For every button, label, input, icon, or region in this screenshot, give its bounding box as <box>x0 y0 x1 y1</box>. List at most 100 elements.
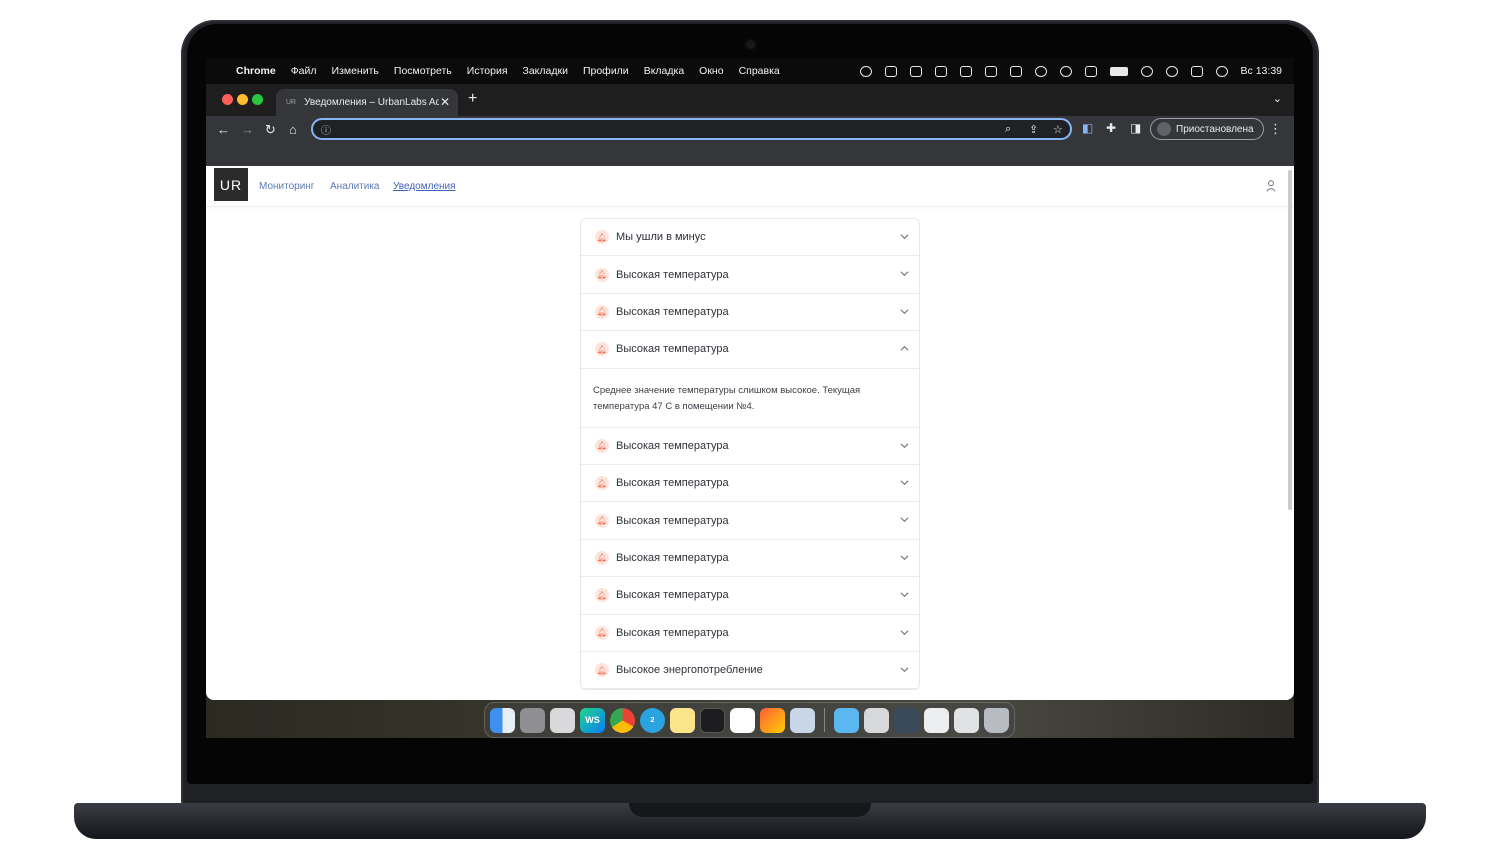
bell-icon: 🔔︎ <box>595 588 609 603</box>
menu-profiles[interactable]: Профили <box>583 65 629 77</box>
address-bar[interactable]: ⓘ ⌕ ⇪ ☆ <box>311 118 1072 140</box>
notification-title: Высокая температура <box>616 589 729 602</box>
chevron-down-icon[interactable] <box>900 441 909 450</box>
minimize-window-button[interactable] <box>237 94 248 105</box>
pixelmator-icon[interactable] <box>760 707 785 733</box>
folder-icon[interactable] <box>834 707 859 733</box>
chrome-menu-icon[interactable]: ⋮ <box>1269 121 1282 137</box>
vpn-shield-icon[interactable] <box>1009 65 1022 77</box>
finder-icon[interactable] <box>490 707 515 733</box>
bookmark-star-icon[interactable]: ☆ <box>1053 123 1063 136</box>
notes-icon[interactable] <box>670 707 695 733</box>
menu-history[interactable]: История <box>467 65 508 77</box>
preview-icon[interactable] <box>790 707 815 733</box>
back-icon[interactable]: ← <box>217 122 230 137</box>
tab-search-chevron-icon[interactable]: ⌄ <box>1273 92 1282 105</box>
window-icon[interactable] <box>924 707 949 733</box>
site-info-icon[interactable]: ⓘ <box>321 122 331 137</box>
terminal-icon[interactable] <box>700 707 725 733</box>
forward-icon[interactable]: → <box>241 122 254 137</box>
screenshot-icon[interactable] <box>550 707 575 733</box>
dock-separator <box>824 708 825 732</box>
control-center-icon[interactable] <box>1190 65 1203 77</box>
translate-icon[interactable]: ◧ <box>1082 121 1093 135</box>
ae-icon[interactable] <box>1034 65 1047 77</box>
notification-item[interactable]: 🔔︎ Высокая температура <box>581 256 919 294</box>
menu-app-name[interactable]: Chrome <box>236 65 276 77</box>
wifi-icon[interactable] <box>1140 65 1153 77</box>
menu-window[interactable]: Окно <box>699 65 723 77</box>
battery-icon[interactable] <box>1109 66 1128 76</box>
menu-help[interactable]: Справка <box>739 65 780 77</box>
address-input[interactable] <box>339 122 999 138</box>
wechat-icon[interactable] <box>859 65 872 77</box>
chevron-down-icon[interactable] <box>900 232 909 241</box>
tab-notifications[interactable]: UR Уведомления – UrbanLabs Ad ✕ <box>276 89 458 116</box>
menu-view[interactable]: Посмотреть <box>394 65 452 77</box>
siri-icon[interactable] <box>1215 65 1228 77</box>
notification-item[interactable]: 🔔︎ Высокая температура <box>581 577 919 615</box>
launchpad-icon[interactable] <box>520 707 545 733</box>
menu-bookmarks[interactable]: Закладки <box>523 65 568 77</box>
chrome-icon[interactable] <box>610 707 635 733</box>
telegram-icon[interactable]: 2 <box>640 707 665 733</box>
chevron-down-icon[interactable] <box>900 307 909 316</box>
zoom-icon[interactable]: ⌕ <box>1005 123 1011 136</box>
window-icon[interactable] <box>954 707 979 733</box>
nav-analytics[interactable]: Аналитика <box>330 181 380 192</box>
chevron-down-icon[interactable] <box>900 515 909 524</box>
notification-item[interactable]: 🔔︎ Высокая температура <box>581 294 919 332</box>
window-icon[interactable] <box>864 707 889 733</box>
reload-icon[interactable]: ↻ <box>265 122 276 138</box>
menu-tab[interactable]: Вкладка <box>644 65 684 77</box>
notification-item-expanded[interactable]: 🔔︎ Высокая температура <box>581 331 919 369</box>
notification-item[interactable]: 🔔︎ Высокая температура <box>581 428 919 465</box>
trash-icon[interactable] <box>984 707 1009 733</box>
slack-icon[interactable] <box>730 707 755 733</box>
memory-stats-icon[interactable] <box>934 65 947 77</box>
side-panel-icon[interactable]: ◨ <box>1130 121 1141 135</box>
chevron-down-icon[interactable] <box>900 665 909 674</box>
menu-file[interactable]: Файл <box>291 65 317 77</box>
chevron-down-icon[interactable] <box>900 553 909 562</box>
profile-button[interactable]: Приостановлена <box>1150 118 1264 140</box>
close-window-button[interactable] <box>222 94 233 105</box>
chevron-up-icon[interactable] <box>900 344 909 353</box>
network-stats-icon[interactable] <box>884 65 897 77</box>
disk-stats-icon[interactable] <box>959 65 972 77</box>
notification-item[interactable]: 🔔︎ Высокая температура <box>581 615 919 652</box>
menu-edit[interactable]: Изменить <box>332 65 379 77</box>
cpu-stats-icon[interactable] <box>909 65 922 77</box>
notification-item[interactable]: 🔔︎ Высокая температура <box>581 502 919 540</box>
chevron-down-icon[interactable] <box>900 478 909 487</box>
app-logo[interactable]: UR <box>214 168 248 201</box>
nav-monitoring[interactable]: Мониторинг <box>259 181 314 192</box>
input-source-icon[interactable] <box>1084 65 1097 77</box>
sensors-icon[interactable] <box>984 65 997 77</box>
bell-icon: 🔔︎ <box>595 230 609 245</box>
window-icon[interactable] <box>894 707 919 733</box>
play-icon[interactable] <box>1059 65 1072 77</box>
chevron-down-icon[interactable] <box>900 628 909 637</box>
nav-notifications[interactable]: Уведомления <box>393 181 456 192</box>
telegram-badge: 2 <box>650 716 655 724</box>
camera <box>744 38 757 51</box>
close-tab-icon[interactable]: ✕ <box>440 95 450 109</box>
notification-item[interactable]: 🔔︎ Высокая температура <box>581 540 919 578</box>
extensions-icon[interactable]: ✚ <box>1106 121 1116 135</box>
notification-item[interactable]: 🔔︎ Высокая температура <box>581 465 919 503</box>
notification-item[interactable]: 🔔︎ Высокое энергопотребление <box>581 652 919 690</box>
page-scrollbar[interactable] <box>1288 170 1292 510</box>
user-icon[interactable] <box>1266 180 1276 192</box>
notification-item[interactable]: 🔔︎ Мы ушли в минус <box>581 219 919 257</box>
home-icon[interactable]: ⌂ <box>289 122 297 137</box>
new-tab-icon[interactable]: + <box>468 90 477 108</box>
app-header: UR Мониторинг Аналитика Уведомления <box>206 166 1294 207</box>
zoom-window-button[interactable] <box>252 94 263 105</box>
share-icon[interactable]: ⇪ <box>1029 123 1038 136</box>
menubar-clock[interactable]: Вс 13:39 <box>1241 65 1282 77</box>
chevron-down-icon[interactable] <box>900 269 909 278</box>
webstorm-icon[interactable]: WS <box>580 707 605 733</box>
chevron-down-icon[interactable] <box>900 590 909 599</box>
spotlight-search-icon[interactable] <box>1165 65 1178 77</box>
